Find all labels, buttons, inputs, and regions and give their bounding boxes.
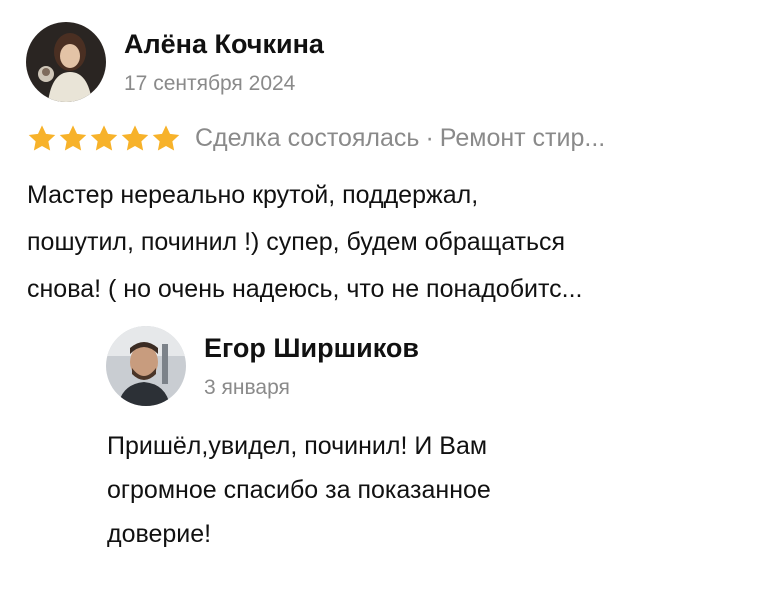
review-text[interactable]: Мастер нереально крутой, поддержал, пошу…: [27, 172, 747, 313]
replier-name[interactable]: Егор Ширшиков: [204, 333, 419, 364]
review-meta: Сделка состоялась · Ремонт стир...: [195, 124, 605, 153]
reply-text-line: доверие!: [107, 520, 212, 548]
reviewer-name[interactable]: Алёна Кочкина: [124, 29, 324, 60]
review-text-line: снова! ( но очень надеюсь, что не понадо…: [27, 275, 583, 303]
star-rating: [27, 124, 181, 153]
reply-text: Пришёл,увидел, починил! И Вам огромное с…: [107, 424, 747, 556]
reply-text-line: Пришёл,увидел, починил! И Вам: [107, 432, 488, 460]
review-text-line: Мастер нереально крутой, поддержал,: [27, 181, 479, 209]
meta-separator: ·: [425, 124, 434, 152]
rating-row: Сделка состоялась · Ремонт стир...: [27, 124, 605, 153]
star-icon: [120, 124, 150, 153]
service-name: Ремонт стир...: [439, 124, 606, 152]
star-icon: [27, 124, 57, 153]
star-icon: [89, 124, 119, 153]
deal-status: Сделка состоялась: [195, 124, 420, 152]
review-date: 17 сентября 2024: [124, 72, 296, 95]
reviewer-avatar[interactable]: [26, 22, 106, 102]
replier-avatar[interactable]: [106, 326, 186, 406]
reply-text-line: огромное спасибо за показанное: [107, 476, 491, 504]
star-icon: [58, 124, 88, 153]
star-icon: [151, 124, 181, 153]
reply-date: 3 января: [204, 376, 290, 399]
review-text-line: пошутил, починил !) супер, будем обращат…: [27, 228, 566, 256]
